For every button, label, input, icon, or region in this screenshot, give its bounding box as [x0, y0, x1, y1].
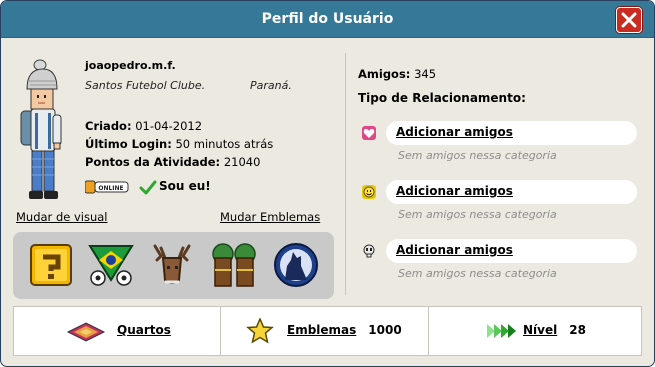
level-value: 28	[569, 323, 586, 337]
badges-item[interactable]: Emblemas 1000	[287, 323, 402, 337]
change-look-link[interactable]: Mudar de visual	[16, 210, 108, 224]
checkmark-icon	[139, 180, 157, 195]
heart-icon	[362, 126, 376, 140]
relationship-heading: Tipo de Relacionamento:	[358, 91, 526, 105]
star-badge-icon	[246, 318, 274, 344]
avatar	[20, 59, 62, 199]
badge-tray	[13, 232, 334, 299]
title-bar[interactable]: Perfil do Usuário	[1, 1, 654, 38]
activity-row: Pontos da Atividade: 21040	[85, 155, 260, 169]
skull-icon	[363, 244, 375, 258]
rooms-link[interactable]: Quartos	[117, 323, 171, 337]
self-label: Sou eu!	[159, 179, 211, 193]
level-arrows-icon	[487, 324, 516, 338]
activity-value: 21040	[223, 155, 261, 169]
column-divider	[345, 53, 346, 295]
level-item[interactable]: Nível 28	[523, 323, 586, 337]
online-badge-text: ONLINE	[98, 185, 123, 192]
motto-location: Paraná.	[250, 79, 292, 92]
change-badges-link[interactable]: Mudar Emblemas	[220, 210, 320, 224]
question-block-badge-icon[interactable]	[26, 240, 76, 290]
created-label: Criado:	[85, 119, 132, 133]
relationship-empty-text: Sem amigos nessa categoria	[398, 267, 557, 280]
wolf-moon-badge-icon[interactable]	[271, 240, 321, 290]
smile-icon	[362, 185, 376, 199]
footer-divider	[428, 307, 429, 355]
created-row: Criado: 01-04-2012	[85, 119, 202, 133]
friends-label: Amigos:	[358, 67, 411, 81]
add-friends-smile-link[interactable]: Adicionar amigos	[396, 184, 513, 198]
level-link[interactable]: Nível	[523, 323, 557, 337]
close-icon	[621, 12, 637, 28]
moose-badge-icon[interactable]	[147, 240, 197, 290]
relationship-skull: Adicionar amigos Sem amigos nessa catego…	[358, 239, 638, 284]
badges-count: 1000	[368, 323, 402, 337]
profile-footer: Quartos Emblemas 1000 Nível 28	[13, 306, 642, 356]
friends-count-row: Amigos: 345	[358, 67, 436, 81]
activity-label: Pontos da Atividade:	[85, 155, 221, 169]
last-login-label: Último Login:	[85, 137, 172, 151]
relationship-pill: Adicionar amigos	[386, 239, 637, 263]
forest-badge-icon[interactable]	[209, 240, 259, 290]
relationship-empty-text: Sem amigos nessa categoria	[398, 149, 557, 162]
add-friends-skull-link[interactable]: Adicionar amigos	[396, 243, 513, 257]
relationship-pill: Adicionar amigos	[386, 180, 637, 204]
brazil-football-badge-icon[interactable]	[86, 240, 136, 290]
online-status-icon: ONLINE	[85, 180, 129, 194]
profile-window: Perfil do Usuário joaopedro.m.f. Santos …	[0, 0, 655, 367]
motto: Santos Futebol Clube.	[85, 79, 206, 92]
relationship-empty-text: Sem amigos nessa categoria	[398, 208, 557, 221]
window-title: Perfil do Usuário	[261, 11, 394, 27]
last-login-row: Último Login: 50 minutos atrás	[85, 137, 273, 151]
created-value: 01-04-2012	[135, 119, 203, 133]
badges-link[interactable]: Emblemas	[287, 323, 356, 337]
friends-count: 345	[414, 67, 437, 81]
rooms-item[interactable]: Quartos	[117, 323, 171, 337]
rooms-icon	[66, 322, 106, 342]
username: joaopedro.m.f.	[85, 59, 176, 72]
relationship-heart: Adicionar amigos Sem amigos nessa catego…	[358, 121, 638, 166]
close-button[interactable]	[616, 7, 642, 33]
relationship-pill: Adicionar amigos	[386, 121, 637, 145]
add-friends-heart-link[interactable]: Adicionar amigos	[396, 125, 513, 139]
footer-divider	[220, 307, 221, 355]
last-login-value: 50 minutos atrás	[175, 137, 274, 151]
relationship-smile: Adicionar amigos Sem amigos nessa catego…	[358, 180, 638, 225]
